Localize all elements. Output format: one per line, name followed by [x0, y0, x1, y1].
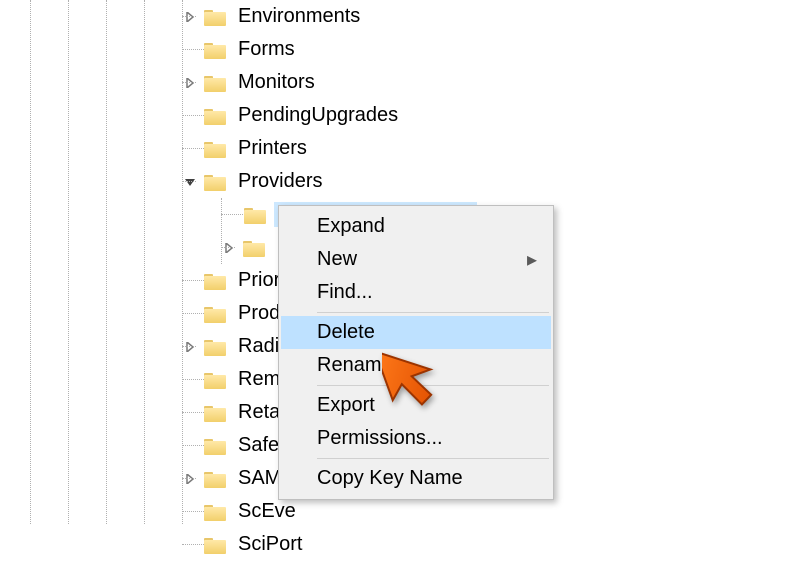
menu-label: Rename	[317, 354, 393, 377]
folder-icon	[204, 371, 226, 389]
menu-item-expand[interactable]: Expand	[281, 210, 551, 243]
tree-item-monitors[interactable]: Monitors	[0, 66, 790, 99]
menu-item-copy-key-name[interactable]: Copy Key Name	[281, 462, 551, 495]
folder-icon	[204, 272, 226, 290]
tree-item-sciport[interactable]: SciPort	[0, 528, 790, 561]
tree-item-printers[interactable]: Printers	[0, 132, 790, 165]
folder-icon	[243, 239, 265, 257]
menu-label: Permissions...	[317, 427, 443, 450]
tree-label: Forms	[234, 37, 299, 62]
tree-item-providers[interactable]: Providers	[0, 165, 790, 198]
tree-label: PendingUpgrades	[234, 103, 402, 128]
menu-item-permissions[interactable]: Permissions...	[281, 422, 551, 455]
menu-label: New	[317, 248, 357, 271]
tree-item-forms[interactable]: Forms	[0, 33, 790, 66]
folder-icon	[204, 404, 226, 422]
menu-label: Expand	[317, 215, 385, 238]
submenu-arrow-icon: ▸	[527, 247, 537, 272]
menu-item-find[interactable]: Find...	[281, 276, 551, 309]
tree-label: Providers	[234, 169, 326, 194]
menu-separator	[317, 312, 549, 313]
menu-item-rename[interactable]: Rename	[281, 349, 551, 382]
menu-item-new[interactable]: New ▸	[281, 243, 551, 276]
menu-separator	[317, 458, 549, 459]
folder-icon	[204, 74, 226, 92]
menu-item-export[interactable]: Export	[281, 389, 551, 422]
tree-label: Environments	[234, 4, 364, 29]
folder-icon	[204, 437, 226, 455]
tree-label: SciPort	[234, 532, 306, 557]
folder-icon	[204, 41, 226, 59]
menu-label: Delete	[317, 321, 375, 344]
folder-icon	[204, 470, 226, 488]
tree-item-pendingupgrades[interactable]: PendingUpgrades	[0, 99, 790, 132]
folder-icon	[204, 173, 226, 191]
folder-icon	[204, 338, 226, 356]
folder-icon	[204, 8, 226, 26]
folder-icon	[204, 536, 226, 554]
tree-item-environments[interactable]: Environments	[0, 0, 790, 33]
menu-separator	[317, 385, 549, 386]
menu-label: Find...	[317, 281, 373, 304]
tree-label: ScEve	[234, 499, 300, 524]
menu-label: Export	[317, 394, 375, 417]
folder-icon	[204, 107, 226, 125]
tree-label: Printers	[234, 136, 311, 161]
folder-icon	[204, 140, 226, 158]
context-menu: Expand New ▸ Find... Delete Rename Export…	[278, 205, 554, 500]
folder-icon	[204, 503, 226, 521]
tree-label: Monitors	[234, 70, 319, 95]
folder-icon	[244, 206, 266, 224]
menu-label: Copy Key Name	[317, 467, 463, 490]
folder-icon	[204, 305, 226, 323]
menu-item-delete[interactable]: Delete	[281, 316, 551, 349]
